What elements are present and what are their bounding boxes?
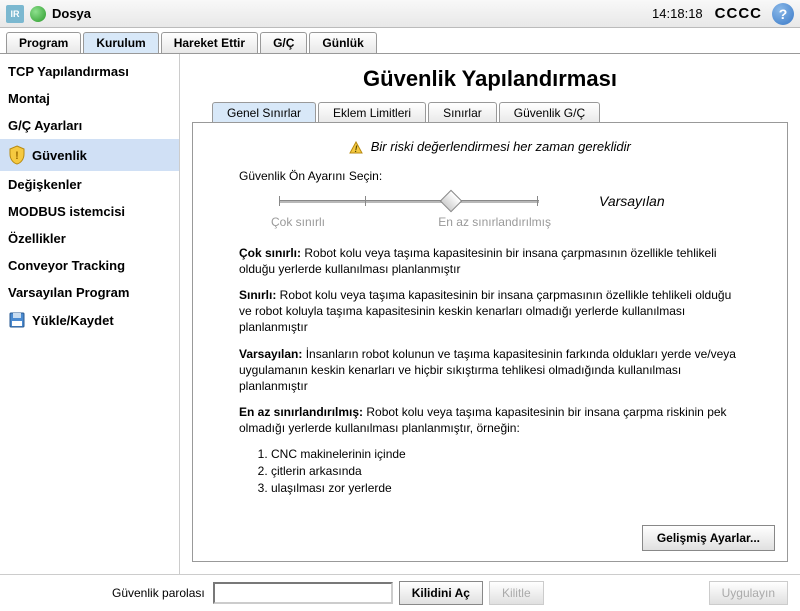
apply-button: Uygulayın bbox=[709, 581, 788, 605]
tab-hareket-ettir[interactable]: Hareket Ettir bbox=[161, 32, 258, 53]
svg-text:!: ! bbox=[15, 150, 19, 162]
sidebar-item-label: Güvenlik bbox=[32, 148, 87, 163]
main-tab-bar: Program Kurulum Hareket Ettir G/Ç Günlük bbox=[0, 28, 800, 54]
sidebar-item-gc-ayarlari[interactable]: G/Ç Ayarları bbox=[0, 112, 179, 139]
tab-kurulum[interactable]: Kurulum bbox=[83, 32, 158, 53]
desc-en-az: En az sınırlandırılmış: Robot kolu veya … bbox=[239, 404, 741, 436]
sidebar-item-varsayilan-program[interactable]: Varsayılan Program bbox=[0, 279, 179, 306]
desc-varsayilan: Varsayılan: İnsanların robot kolunun ve … bbox=[239, 346, 741, 395]
subtab-eklem-limitleri[interactable]: Eklem Limitleri bbox=[318, 102, 426, 123]
sidebar-item-modbus[interactable]: MODBUS istemcisi bbox=[0, 198, 179, 225]
password-input[interactable] bbox=[213, 582, 393, 604]
sidebar-item-degiskenler[interactable]: Değişkenler bbox=[0, 171, 179, 198]
help-icon[interactable]: ? bbox=[772, 3, 794, 25]
warning-icon: ! bbox=[349, 141, 363, 155]
desc-sinirli: Sınırlı: Robot kolu veya taşıma kapasite… bbox=[239, 287, 741, 336]
advanced-settings-button[interactable]: Gelişmiş Ayarlar... bbox=[642, 525, 775, 551]
floppy-disk-icon bbox=[8, 312, 26, 328]
sidebar-item-conveyor[interactable]: Conveyor Tracking bbox=[0, 252, 179, 279]
svg-text:!: ! bbox=[355, 144, 358, 154]
desc-cok-sinirli: Çok sınırlı: Robot kolu veya taşıma kapa… bbox=[239, 245, 741, 277]
password-label: Güvenlik parolası bbox=[112, 586, 205, 600]
sidebar-item-ozellikler[interactable]: Özellikler bbox=[0, 225, 179, 252]
sidebar-item-label: Yükle/Kaydet bbox=[32, 313, 114, 328]
lock-button: Kilitle bbox=[489, 581, 544, 605]
warning-message: ! Bir riski değerlendirmesi her zaman ge… bbox=[209, 139, 771, 155]
slider-min-label: Çok sınırlı bbox=[271, 215, 325, 229]
example-list: CNC makinelerinin içinde çitlerin arkası… bbox=[259, 446, 771, 496]
sidebar-item-montaj[interactable]: Montaj bbox=[0, 85, 179, 112]
subtab-genel-sinirlar[interactable]: Genel Sınırlar bbox=[212, 102, 316, 123]
clock: 14:18:18 bbox=[652, 6, 703, 21]
unlock-button[interactable]: Kilidini Aç bbox=[399, 581, 483, 605]
file-menu[interactable]: Dosya bbox=[52, 6, 91, 21]
tab-gc[interactable]: G/Ç bbox=[260, 32, 307, 53]
slider-thumb[interactable] bbox=[440, 189, 463, 212]
settings-panel: ! Bir riski değerlendirmesi her zaman ge… bbox=[192, 122, 788, 562]
tab-program[interactable]: Program bbox=[6, 32, 81, 53]
slider-max-label: En az sınırlandırılmış bbox=[438, 215, 551, 229]
sidebar-item-guvenlik[interactable]: ! Güvenlik bbox=[0, 139, 179, 171]
preset-current-value: Varsayılan bbox=[599, 193, 665, 209]
list-item: ulaşılması zor yerlerde bbox=[271, 480, 771, 497]
list-item: çitlerin arkasında bbox=[271, 463, 771, 480]
subtab-guvenlik-gc[interactable]: Güvenlik G/Ç bbox=[499, 102, 600, 123]
sidebar-item-yukle-kaydet[interactable]: Yükle/Kaydet bbox=[0, 306, 179, 334]
subtab-sinirlar[interactable]: Sınırlar bbox=[428, 102, 497, 123]
bottom-bar: Güvenlik parolası Kilidini Aç Kilitle Uy… bbox=[0, 574, 800, 611]
sub-tab-bar: Genel Sınırlar Eklem Limitleri Sınırlar … bbox=[192, 102, 788, 123]
globe-icon bbox=[30, 6, 46, 22]
list-item: CNC makinelerinin içinde bbox=[271, 446, 771, 463]
top-bar: lR Dosya 14:18:18 CCCC ? bbox=[0, 0, 800, 28]
shield-icon: ! bbox=[8, 145, 26, 165]
sidebar: TCP Yapılandırması Montaj G/Ç Ayarları !… bbox=[0, 54, 180, 574]
preset-slider[interactable] bbox=[279, 191, 539, 211]
sidebar-item-tcp[interactable]: TCP Yapılandırması bbox=[0, 58, 179, 85]
content-area: Güvenlik Yapılandırması Genel Sınırlar E… bbox=[180, 54, 800, 574]
page-title: Güvenlik Yapılandırması bbox=[192, 66, 788, 92]
app-logo-icon: lR bbox=[6, 5, 24, 23]
tab-gunluk[interactable]: Günlük bbox=[309, 32, 376, 53]
preset-select-label: Güvenlik Ön Ayarını Seçin: bbox=[239, 169, 771, 183]
status-indicator: CCCC bbox=[715, 5, 762, 22]
